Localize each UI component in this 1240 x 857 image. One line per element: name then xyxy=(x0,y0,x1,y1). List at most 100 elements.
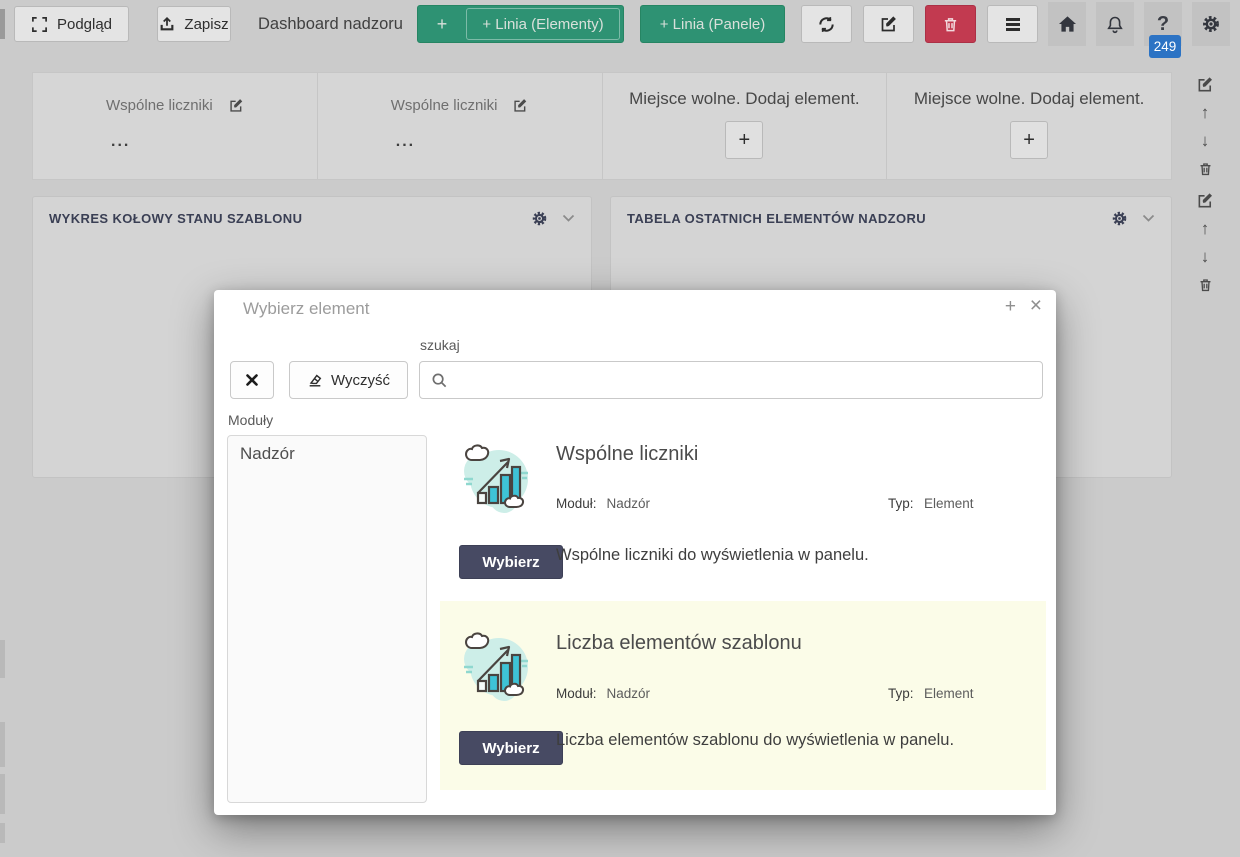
element-title: Wspólne liczniki xyxy=(391,97,498,114)
preview-button[interactable]: Podgląd xyxy=(14,6,129,42)
type-value: Element xyxy=(924,686,974,701)
type-label: Typ: xyxy=(888,496,914,511)
search-input[interactable] xyxy=(454,363,1036,397)
result-description: Wspólne liczniki do wyświetlenia w panel… xyxy=(556,546,869,565)
trash-icon xyxy=(942,16,959,33)
module-label: Moduł: xyxy=(556,496,597,511)
edit-element-icon[interactable] xyxy=(229,98,244,113)
upload-icon xyxy=(159,16,175,32)
question-icon: ? xyxy=(1157,13,1169,36)
chart-cloud-icon xyxy=(458,437,534,524)
element-loading-dots: ... xyxy=(111,133,130,151)
refresh-icon xyxy=(817,15,836,34)
gear-icon xyxy=(1201,14,1221,34)
empty-slot-cell-2: Miejsce wolne. Dodaj element. + xyxy=(887,73,1171,179)
result-item-wspolne-liczniki: Wspólne liczniki Moduł: Nadzór Typ: Eleme… xyxy=(440,435,1046,583)
clear-search-label: Wyczyść xyxy=(331,372,390,389)
row1-move-down-icon[interactable]: ↓ xyxy=(1193,131,1217,151)
element-results-list: Wspólne liczniki Moduł: Nadzór Typ: Eleme… xyxy=(440,435,1046,790)
result-description: Liczba elementów szablonu do wyświetleni… xyxy=(556,731,954,750)
search-label: szukaj xyxy=(420,337,460,353)
module-value: Nadzór xyxy=(607,496,651,511)
add-line-panels-button[interactable]: + Linia (Panele) xyxy=(640,5,785,43)
notifications-button[interactable] xyxy=(1096,2,1134,46)
select-element-button[interactable]: Wybierz xyxy=(459,731,563,765)
left-edge-marker xyxy=(0,774,5,814)
home-icon xyxy=(1058,15,1077,33)
settings-button[interactable] xyxy=(1192,2,1230,46)
clear-search-button[interactable]: Wyczyść xyxy=(289,361,408,399)
module-list-item-nadzor[interactable]: Nadzór xyxy=(228,436,426,472)
edit-icon xyxy=(880,15,898,33)
top-toolbar: Podgląd Zapisz Dashboard nadzoru + + Lin… xyxy=(0,0,1240,48)
panel-title: TABELA OSTATNICH ELEMENTÓW NADZORU xyxy=(627,211,926,226)
module-label: Moduł: xyxy=(556,686,597,701)
panel-settings-icon[interactable] xyxy=(1111,210,1128,227)
delete-dashboard-button[interactable] xyxy=(925,5,976,43)
result-title: Wspólne liczniki xyxy=(556,443,698,466)
refresh-button[interactable] xyxy=(801,5,852,43)
select-element-button[interactable]: Wybierz xyxy=(459,545,563,579)
element-cell-wspolne-liczniki-1: Wspólne liczniki ... xyxy=(33,73,318,179)
save-button[interactable]: Zapisz xyxy=(157,6,231,42)
left-edge-marker xyxy=(0,823,5,843)
row1-delete-icon[interactable] xyxy=(1193,161,1217,177)
search-box xyxy=(419,361,1043,399)
module-value: Nadzór xyxy=(607,686,651,701)
type-label: Typ: xyxy=(888,686,914,701)
result-meta: Moduł: Nadzór Typ: Element xyxy=(556,686,1046,701)
choose-element-dialog: Wybierz element + × szukaj Wyczyść Moduł… xyxy=(214,290,1056,815)
hamburger-icon xyxy=(1004,16,1022,32)
empty-slot-cell-1: Miejsce wolne. Dodaj element. + xyxy=(603,73,888,179)
add-line-elements-button[interactable]: + Linia (Elementy) xyxy=(466,8,620,40)
edit-element-icon[interactable] xyxy=(513,98,528,113)
preview-label: Podgląd xyxy=(57,16,112,33)
element-loading-dots: ... xyxy=(396,133,415,151)
result-title: Liczba elementów szablonu xyxy=(556,632,802,655)
help-count-badge: 249 xyxy=(1149,35,1181,58)
left-edge-strip xyxy=(0,9,5,39)
add-element-button[interactable]: + xyxy=(725,121,763,159)
row1-edit-icon[interactable] xyxy=(1193,76,1217,93)
panel-header: WYKRES KOŁOWY STANU SZABLONU xyxy=(33,197,591,239)
modules-listbox: Nadzór xyxy=(227,435,427,803)
dashboard-title: Dashboard nadzoru xyxy=(258,0,403,48)
add-element-button[interactable]: + xyxy=(1010,121,1048,159)
dialog-close-icon[interactable]: × xyxy=(1030,294,1042,318)
elements-row: Wspólne liczniki ... Wspólne liczniki ..… xyxy=(32,72,1172,180)
element-cell-wspolne-liczniki-2: Wspólne liczniki ... xyxy=(318,73,603,179)
modules-label: Moduły xyxy=(228,412,273,428)
type-value: Element xyxy=(924,496,974,511)
home-button[interactable] xyxy=(1048,2,1086,46)
add-line-elements-split-button: + + Linia (Elementy) xyxy=(417,5,624,43)
panel-title: WYKRES KOŁOWY STANU SZABLONU xyxy=(49,211,302,226)
dialog-expand-icon[interactable]: + xyxy=(1005,296,1016,318)
row2-move-down-icon[interactable]: ↓ xyxy=(1193,247,1217,267)
eraser-icon xyxy=(307,372,323,388)
row2-edit-icon[interactable] xyxy=(1193,192,1217,209)
search-icon xyxy=(431,372,448,389)
empty-slot-label: Miejsce wolne. Dodaj element. xyxy=(887,89,1171,109)
menu-button[interactable] xyxy=(987,5,1038,43)
dialog-title: Wybierz element xyxy=(243,299,369,319)
panel-collapse-chevron-icon[interactable] xyxy=(1142,214,1155,223)
save-label: Zapisz xyxy=(184,16,228,33)
left-edge-marker xyxy=(0,722,5,767)
row1-move-up-icon[interactable]: ↑ xyxy=(1193,103,1217,123)
preview-frame-icon xyxy=(31,16,48,33)
left-edge-marker xyxy=(0,640,5,678)
row2-delete-icon[interactable] xyxy=(1193,277,1217,293)
result-meta: Moduł: Nadzór Typ: Element xyxy=(556,496,1046,511)
dashboard-page: Podgląd Zapisz Dashboard nadzoru + + Lin… xyxy=(0,0,1240,857)
result-item-liczba-elementow-szablonu: Liczba elementów szablonu Moduł: Nadzór T… xyxy=(440,601,1046,790)
panel-header: TABELA OSTATNICH ELEMENTÓW NADZORU xyxy=(611,197,1171,239)
row2-move-up-icon[interactable]: ↑ xyxy=(1193,219,1217,239)
bell-icon xyxy=(1106,15,1124,34)
panel-settings-icon[interactable] xyxy=(531,210,548,227)
panel-collapse-chevron-icon[interactable] xyxy=(562,214,575,223)
reset-filter-button[interactable] xyxy=(230,361,274,399)
add-line-elements-quick-button[interactable]: + xyxy=(418,6,466,42)
chart-cloud-icon xyxy=(458,625,534,712)
edit-dashboard-button[interactable] xyxy=(863,5,914,43)
element-title: Wspólne liczniki xyxy=(106,97,213,114)
